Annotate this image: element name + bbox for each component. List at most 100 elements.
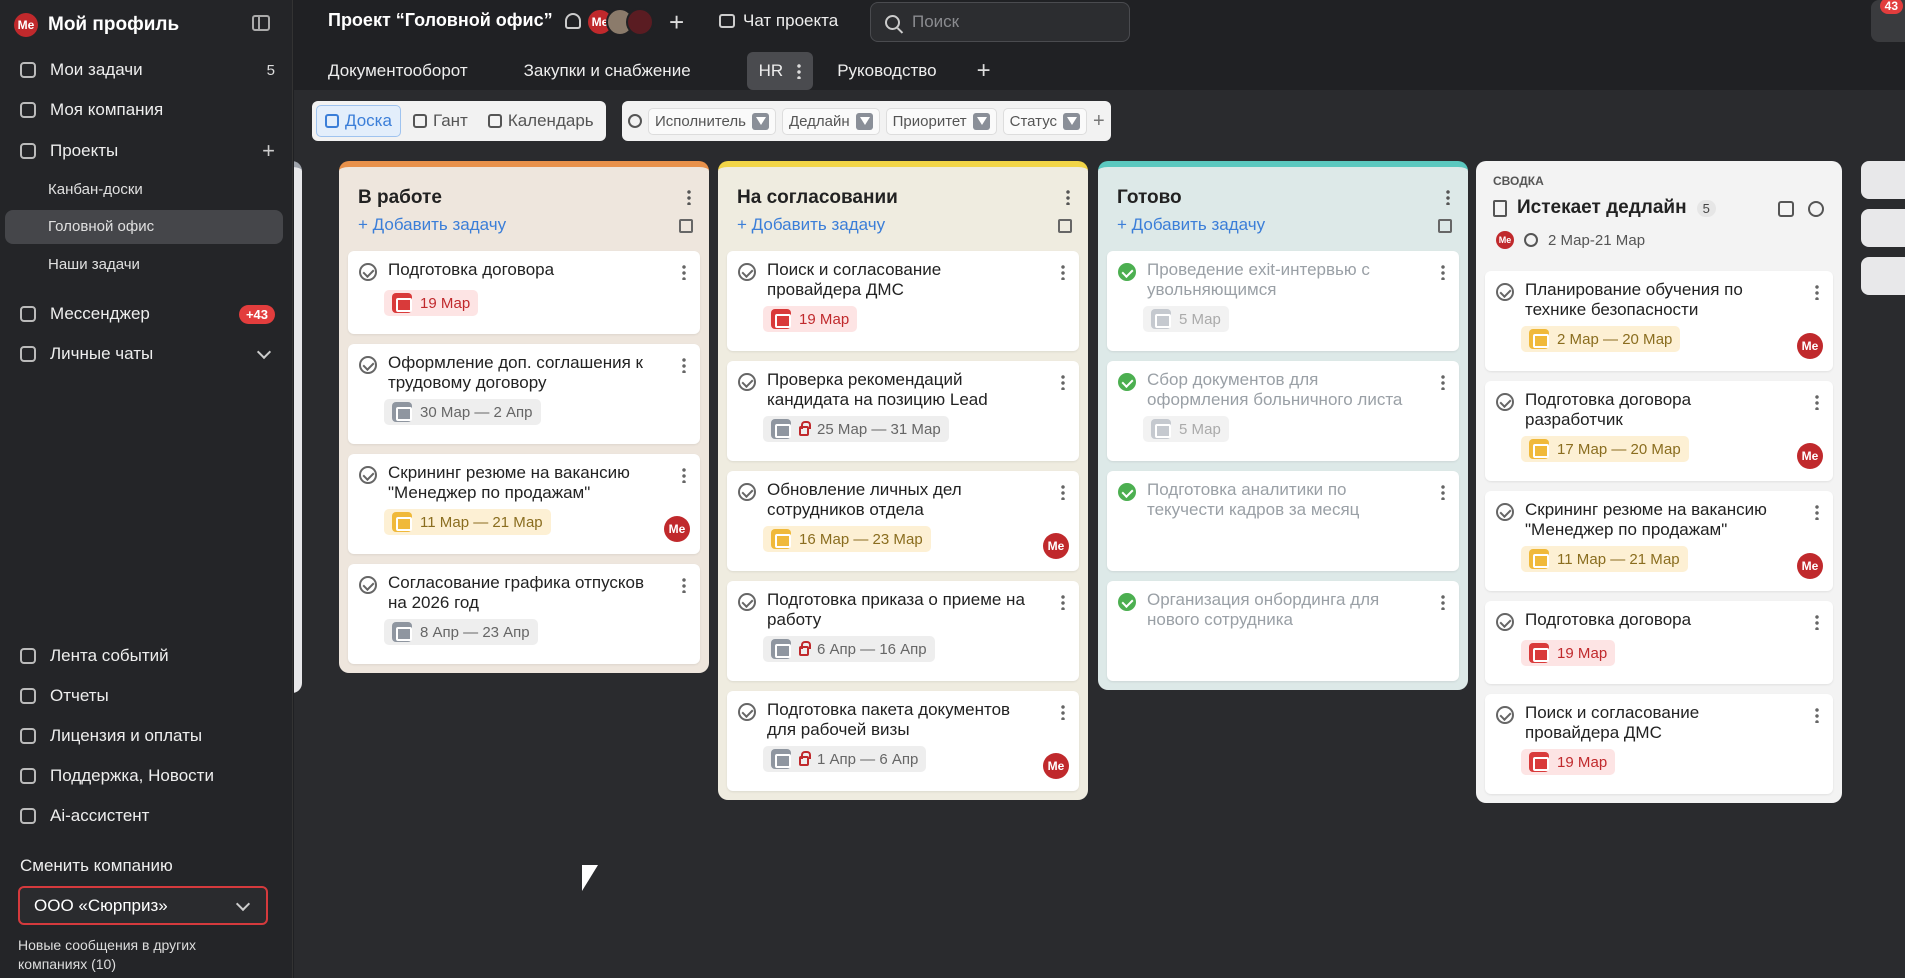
tab-docs[interactable]: Документооборот <box>328 52 468 90</box>
sidebar-item-my-company[interactable]: Моя компания <box>20 100 275 120</box>
deadline-badge[interactable]: 25 Мар — 31 Мар <box>763 416 949 442</box>
task-card[interactable]: Организация онбординга для нового сотруд… <box>1107 581 1459 681</box>
task-card[interactable]: Проведение exit-интервью с увольняющимся… <box>1107 251 1459 351</box>
card-menu-icon[interactable] <box>1815 394 1819 415</box>
view-gantt-button[interactable]: Гант <box>405 106 476 136</box>
check-circle-icon[interactable] <box>359 466 377 484</box>
check-circle-icon[interactable] <box>1496 706 1514 724</box>
deadline-badge[interactable]: 17 Мар — 20 Мар <box>1521 436 1689 462</box>
view-calendar-button[interactable]: Календарь <box>480 106 602 136</box>
check-circle-icon[interactable] <box>738 593 756 611</box>
column-menu-icon[interactable] <box>1446 189 1450 210</box>
avatar[interactable]: Ме <box>1043 533 1069 559</box>
project-chat-button[interactable]: Чат проекта <box>719 11 838 31</box>
search-input[interactable]: Поиск <box>870 2 1130 42</box>
card-menu-icon[interactable] <box>1441 594 1445 615</box>
check-circle-icon[interactable] <box>359 263 377 281</box>
card-menu-icon[interactable] <box>1815 707 1819 728</box>
deadline-badge[interactable]: 2 Мар — 20 Мар <box>1521 326 1681 352</box>
deadline-badge[interactable]: 19 Мар <box>1521 749 1616 775</box>
check-circle-icon[interactable] <box>738 263 756 281</box>
other-companies-note[interactable]: Новые сообщения в других компаниях (10) <box>18 936 268 974</box>
task-card[interactable]: Сбор документов для оформления больнично… <box>1107 361 1459 461</box>
add-project-icon[interactable]: + <box>262 140 275 162</box>
deadline-badge[interactable]: 30 Мар — 2 Апр <box>384 399 541 425</box>
sidebar-item-projects[interactable]: Проекты + <box>20 140 275 162</box>
view-board-button[interactable]: Доска <box>316 105 401 137</box>
check-circle-icon[interactable] <box>1118 373 1136 391</box>
task-card[interactable]: Подготовка договора 19 Мар <box>348 251 700 334</box>
card-menu-icon[interactable] <box>1815 504 1819 525</box>
card-menu-icon[interactable] <box>1815 284 1819 305</box>
add-task-button[interactable]: + Добавить задачу <box>1117 215 1265 235</box>
notifications-button[interactable]: 43 <box>1871 0 1905 42</box>
check-circle-icon[interactable] <box>738 373 756 391</box>
filter-priority[interactable]: Приоритет <box>885 107 997 135</box>
avatar[interactable]: Ме <box>1043 753 1069 779</box>
filter-deadline[interactable]: Дедлайн <box>781 107 880 135</box>
card-menu-icon[interactable] <box>682 264 686 285</box>
task-card[interactable]: Проверка рекомендаций кандидата на позиц… <box>727 361 1079 461</box>
collapse-sidebar-icon[interactable] <box>252 15 270 31</box>
column-menu-icon[interactable] <box>1066 189 1070 210</box>
task-card[interactable]: Подготовка договора 19 Мар <box>1485 601 1833 684</box>
card-menu-icon[interactable] <box>1061 484 1065 505</box>
project-head-office[interactable]: Головной офис <box>48 218 154 235</box>
task-card[interactable]: Оформление доп. соглашения к трудовому д… <box>348 344 700 444</box>
deadline-badge[interactable]: 19 Мар <box>1521 640 1616 666</box>
add-filter-icon[interactable]: + <box>1093 110 1105 133</box>
task-card[interactable]: Скрининг резюме на вакансию "Менеджер по… <box>348 454 700 554</box>
deadline-badge[interactable]: 8 Апр — 23 Апр <box>384 619 538 645</box>
add-tab-icon[interactable]: + <box>977 52 991 90</box>
project-members[interactable]: Ме <box>586 8 654 36</box>
tab-purchases[interactable]: Закупки и снабжение <box>524 52 691 90</box>
check-circle-icon[interactable] <box>1496 393 1514 411</box>
export-icon[interactable] <box>1778 201 1794 217</box>
task-card[interactable]: Согласование графика отпусков на 2026 го… <box>348 564 700 664</box>
task-card[interactable]: Поиск и согласование провайдера ДМС 19 Ма… <box>1485 694 1833 794</box>
card-menu-icon[interactable] <box>682 577 686 598</box>
card-menu-icon[interactable] <box>1441 264 1445 285</box>
filter-assignee[interactable]: Исполнитель <box>648 107 776 135</box>
card-menu-icon[interactable] <box>682 357 686 378</box>
right-view-button[interactable] <box>1861 257 1905 295</box>
task-card[interactable]: Скрининг резюме на вакансию "Менеджер по… <box>1485 491 1833 591</box>
sidebar-item-my-tasks[interactable]: Мои задачи 5 <box>20 60 275 80</box>
sidebar-item-feed[interactable]: Лента событий <box>20 646 275 666</box>
check-circle-icon[interactable] <box>1118 593 1136 611</box>
project-kanban[interactable]: Канбан-доски <box>48 181 143 198</box>
check-circle-icon[interactable] <box>359 356 377 374</box>
deadline-badge[interactable]: 6 Апр — 16 Апр <box>763 636 935 662</box>
task-card[interactable]: Подготовка аналитики по текучести кадров… <box>1107 471 1459 571</box>
deadline-badge[interactable]: 16 Мар — 23 Мар <box>763 526 931 552</box>
avatar[interactable]: Ме <box>1797 333 1823 359</box>
task-card[interactable]: Подготовка приказа о приеме на работу 6 А… <box>727 581 1079 681</box>
avatar[interactable]: Ме <box>1797 553 1823 579</box>
sidebar-item-license[interactable]: Лицензия и оплаты <box>20 726 275 746</box>
column-settings-icon[interactable] <box>679 219 693 233</box>
add-task-button[interactable]: + Добавить задачу <box>358 215 506 235</box>
bell-icon[interactable] <box>564 12 581 29</box>
sidebar-item-support[interactable]: Поддержка, Новости <box>20 766 275 786</box>
more-icon[interactable] <box>797 63 802 79</box>
task-card[interactable]: Планирование обучения по технике безопас… <box>1485 271 1833 371</box>
sidebar-item-messenger[interactable]: Мессенджер +43 <box>20 304 275 324</box>
tab-management[interactable]: Руководство <box>837 52 936 90</box>
tab-hr[interactable]: HR <box>746 52 814 90</box>
column-settings-icon[interactable] <box>1058 219 1072 233</box>
deadline-badge[interactable]: 19 Мар <box>763 306 858 332</box>
check-circle-icon[interactable] <box>359 576 377 594</box>
gear-icon[interactable] <box>1808 201 1824 217</box>
task-card[interactable]: Подготовка пакета документов для рабочей… <box>727 691 1079 791</box>
check-circle-icon[interactable] <box>1496 613 1514 631</box>
card-menu-icon[interactable] <box>1441 374 1445 395</box>
project-our-tasks[interactable]: Наши задачи <box>48 256 140 273</box>
deadline-badge[interactable]: 5 Мар <box>1143 416 1229 442</box>
card-menu-icon[interactable] <box>682 467 686 488</box>
deadline-badge[interactable]: 19 Мар <box>384 290 479 316</box>
check-circle-icon[interactable] <box>738 483 756 501</box>
card-menu-icon[interactable] <box>1061 594 1065 615</box>
column-settings-icon[interactable] <box>1438 219 1452 233</box>
card-menu-icon[interactable] <box>1815 614 1819 635</box>
sidebar-item-ai[interactable]: Ai-ассистент <box>20 806 275 826</box>
